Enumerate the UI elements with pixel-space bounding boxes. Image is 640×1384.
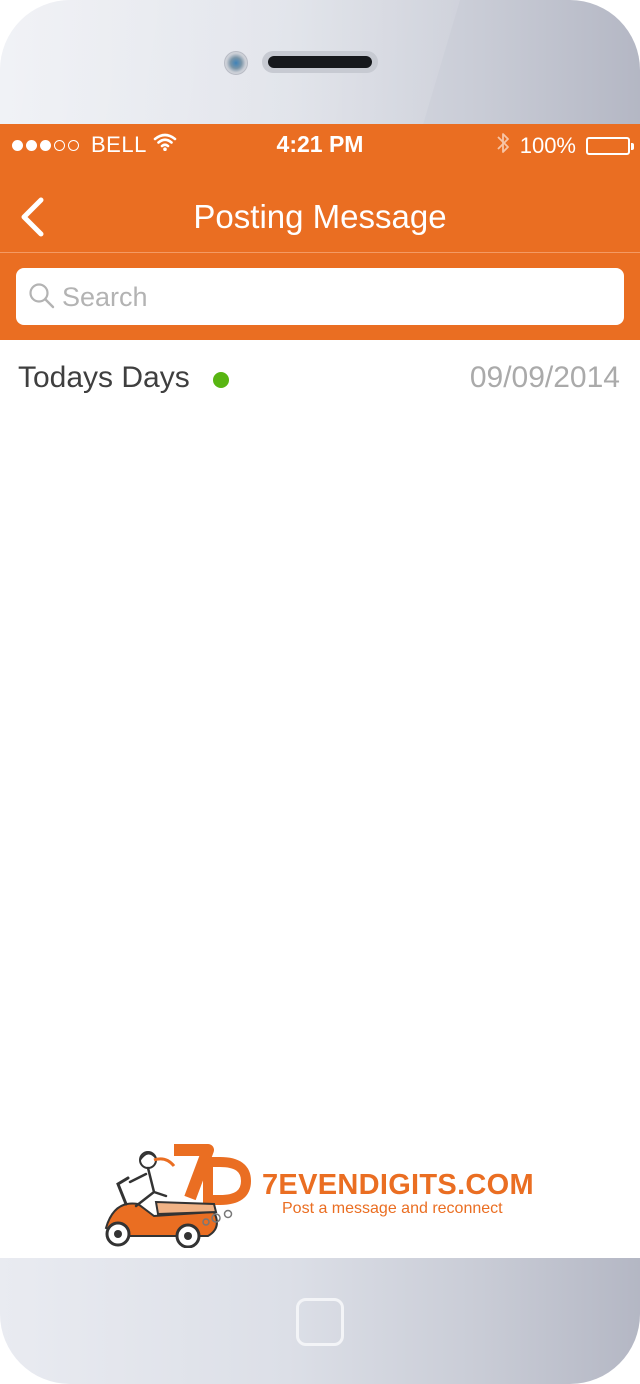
brand-tagline: Post a message and reconnect [282, 1200, 503, 1217]
search-placeholder: Search [62, 282, 148, 312]
status-right: 100% [496, 131, 634, 161]
battery-icon [586, 137, 634, 155]
navigation-bar: Posting Message [0, 164, 640, 253]
search-input[interactable]: Search [16, 268, 624, 325]
search-bar: Search [0, 253, 640, 340]
front-camera [224, 51, 248, 75]
search-icon [29, 283, 55, 309]
message-title: Todays Days [18, 361, 190, 394]
message-row[interactable]: Todays Days 09/09/2014 [0, 340, 640, 412]
screen: BELL 4:21 PM 100% Posting Message Search… [0, 124, 640, 1258]
brand-name: 7EVENDIGITS.COM [262, 1169, 534, 1201]
battery-percent: 100% [519, 133, 576, 158]
page-title: Posting Message [193, 198, 447, 235]
home-button[interactable] [296, 1298, 344, 1346]
phone-frame: BELL 4:21 PM 100% Posting Message Search… [0, 0, 640, 1384]
message-date: 09/09/2014 [469, 361, 620, 394]
earpiece-speaker [262, 51, 378, 73]
status-bar: BELL 4:21 PM 100% [0, 124, 640, 164]
online-status-icon [213, 372, 229, 388]
bluetooth-icon [496, 131, 510, 161]
